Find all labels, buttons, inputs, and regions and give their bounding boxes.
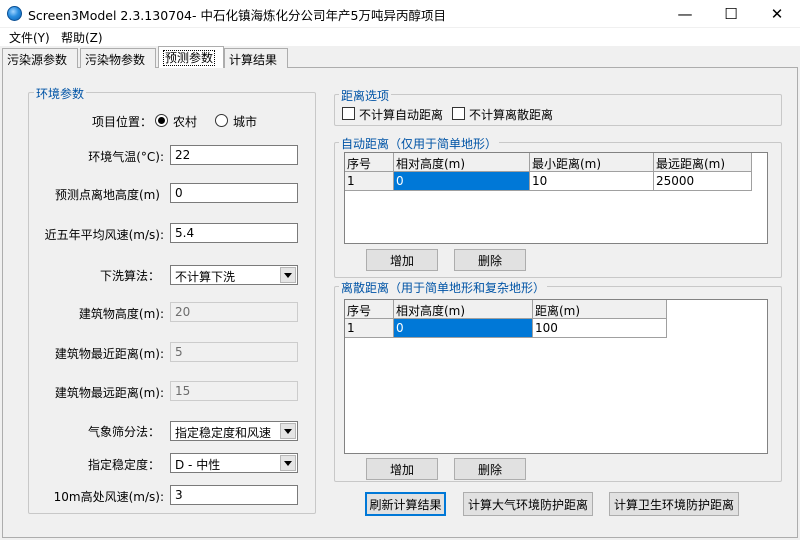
grid-cell-rel-height[interactable]: 0 xyxy=(394,319,533,338)
grid-cell-rel-height[interactable]: 0 xyxy=(394,172,530,191)
no-discrete-checkbox[interactable] xyxy=(452,107,465,120)
bldg-height-label: 建筑物高度(m): xyxy=(78,307,164,321)
auto-dist-grid[interactable]: 序号 相对高度(m) 最小距离(m) 最远距离(m) 1 0 10 25000 xyxy=(344,152,768,244)
temp-input[interactable]: 22 xyxy=(170,145,298,165)
auto-add-button[interactable]: 增加 xyxy=(366,249,438,271)
no-discrete-label[interactable]: 不计算离散距离 xyxy=(469,106,553,123)
discrete-add-button[interactable]: 增加 xyxy=(366,458,438,480)
no-auto-label[interactable]: 不计算自动距离 xyxy=(359,106,443,123)
auto-dist-title: 自动距离（仅用于简单地形） xyxy=(339,135,500,152)
wind10-label: 10m高处风速(m/s): xyxy=(53,490,164,504)
refresh-results-button[interactable]: 刷新计算结果 xyxy=(365,492,446,516)
chevron-down-icon[interactable] xyxy=(280,267,296,283)
tab-prediction-params[interactable]: 预测参数 xyxy=(158,46,224,68)
auto-delete-button[interactable]: 删除 xyxy=(454,249,526,271)
dist-options-title: 距离选项 xyxy=(339,87,392,104)
grid-header: 距离(m) xyxy=(533,300,667,319)
height-input[interactable]: 0 xyxy=(170,183,298,203)
calc-atmos-distance-button[interactable]: 计算大气环境防护距离 xyxy=(463,492,593,516)
no-auto-checkbox[interactable] xyxy=(342,107,355,120)
chevron-down-icon[interactable] xyxy=(280,423,296,439)
radio-rural[interactable] xyxy=(155,114,168,127)
met-label: 气象筛分法： xyxy=(87,425,160,439)
stability-value: D - 中性 xyxy=(175,458,221,472)
radio-urban[interactable] xyxy=(215,114,228,127)
tab-source-params[interactable]: 污染源参数 xyxy=(2,48,78,68)
grid-row-number: 1 xyxy=(345,319,394,338)
discrete-dist-grid[interactable]: 序号 相对高度(m) 距离(m) 1 0 100 xyxy=(344,299,768,454)
maximize-icon[interactable]: ☐ xyxy=(708,0,754,28)
chevron-down-icon[interactable] xyxy=(280,455,296,471)
discrete-delete-button[interactable]: 删除 xyxy=(454,458,526,480)
temp-label: 环境气温(°C): xyxy=(88,150,164,164)
radio-rural-label[interactable]: 农村 xyxy=(173,113,197,130)
grid-header: 相对高度(m) xyxy=(394,300,533,319)
wind-label: 近五年平均风速(m/s): xyxy=(44,228,164,242)
tab-label: 预测参数 xyxy=(163,50,216,66)
grid-cell-min-dist[interactable]: 10 xyxy=(530,172,654,191)
location-label: 项目位置： xyxy=(91,115,152,129)
minimize-icon[interactable]: — xyxy=(662,0,708,28)
calc-health-distance-button[interactable]: 计算卫生环境防护距离 xyxy=(609,492,739,516)
menu-file[interactable]: 文件(Y) xyxy=(9,29,50,46)
tab-results[interactable]: 计算结果 xyxy=(224,48,288,68)
app-icon xyxy=(7,6,22,21)
tab-label: 污染源参数 xyxy=(7,53,68,67)
bldg-height-input[interactable]: 20 xyxy=(170,302,298,322)
height-label: 预测点离地高度(m) xyxy=(54,188,160,202)
met-select[interactable]: 指定稳定度和风速 xyxy=(170,421,298,441)
env-params-title: 环境参数 xyxy=(34,85,87,102)
bldg-near-label: 建筑物最近距离(m): xyxy=(54,347,164,361)
grid-cell-distance[interactable]: 100 xyxy=(533,319,667,338)
grid-header: 最远距离(m) xyxy=(654,153,752,172)
stability-label: 指定稳定度： xyxy=(87,458,160,472)
bldg-near-input[interactable]: 5 xyxy=(170,342,298,362)
wind10-input[interactable]: 3 xyxy=(170,485,298,505)
downwash-select[interactable]: 不计算下洗 xyxy=(170,265,298,285)
downwash-label: 下洗算法： xyxy=(99,269,160,283)
radio-urban-label[interactable]: 城市 xyxy=(233,113,257,130)
tab-pollutant-params[interactable]: 污染物参数 xyxy=(80,48,156,68)
met-value: 指定稳定度和风速 xyxy=(175,426,272,440)
tab-label: 计算结果 xyxy=(229,53,278,67)
bldg-far-label: 建筑物最远距离(m): xyxy=(54,386,164,400)
bldg-far-input[interactable]: 15 xyxy=(170,381,298,401)
close-icon[interactable]: ✕ xyxy=(754,0,800,28)
discrete-dist-title: 离散距离（用于简单地形和复杂地形） xyxy=(339,279,548,296)
menu-help[interactable]: 帮助(Z) xyxy=(61,29,103,46)
grid-cell-max-dist[interactable]: 25000 xyxy=(654,172,752,191)
grid-header: 序号 xyxy=(345,300,394,319)
grid-header: 序号 xyxy=(345,153,394,172)
grid-row-number: 1 xyxy=(345,172,394,191)
grid-header: 最小距离(m) xyxy=(530,153,654,172)
tab-label: 污染物参数 xyxy=(85,53,146,67)
menu-bar xyxy=(0,28,800,46)
window-title: Screen3Model 2.3.130704- 中石化镇海炼化分公司年产5万吨… xyxy=(28,8,446,23)
stability-select[interactable]: D - 中性 xyxy=(170,453,298,473)
wind-input[interactable]: 5.4 xyxy=(170,223,298,243)
grid-header: 相对高度(m) xyxy=(394,153,530,172)
downwash-value: 不计算下洗 xyxy=(175,270,236,284)
